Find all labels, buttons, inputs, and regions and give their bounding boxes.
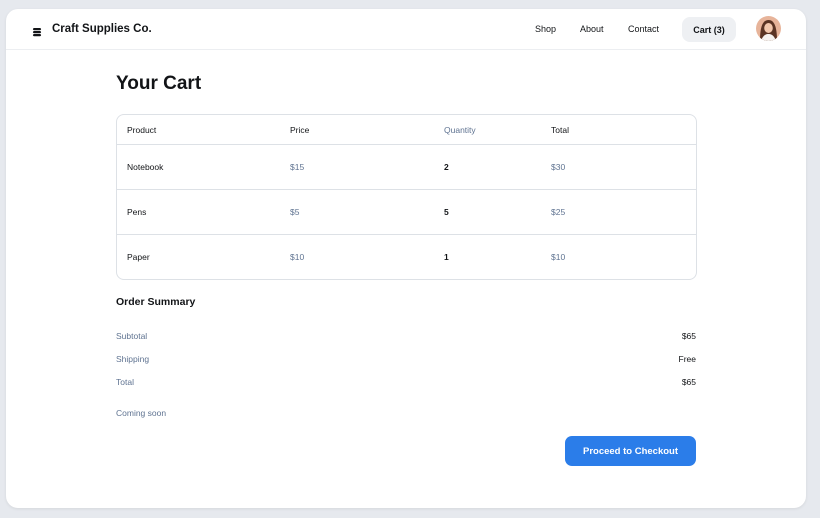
cell-total: $25 [551, 207, 566, 217]
summary-row-subtotal: Subtotal $65 [116, 331, 696, 345]
coming-soon-note: Coming soon [116, 408, 167, 418]
column-header-price: Price [290, 125, 310, 135]
cell-product: Paper [127, 252, 150, 262]
column-header-product: Product [127, 125, 157, 135]
table-row: Paper $10 1 $10 [117, 235, 696, 279]
table-header-row: Product Price Quantity Total [117, 115, 696, 145]
app-window: Craft Supplies Co. Shop About Contact Ca… [6, 9, 806, 508]
cell-total: $30 [551, 162, 566, 172]
cell-product: Pens [127, 207, 147, 217]
user-avatar-icon [756, 16, 781, 41]
cell-product: Notebook [127, 162, 164, 172]
table-row: Notebook $15 2 $30 [117, 145, 696, 190]
cart-button[interactable]: Cart (3) [682, 17, 736, 42]
summary-row-shipping: Shipping Free [116, 354, 696, 368]
column-header-quantity: Quantity [444, 125, 476, 135]
cart-table: Product Price Quantity Total Notebook $1… [116, 114, 697, 280]
cell-price: $10 [290, 252, 305, 262]
summary-row-total: Total $65 [116, 377, 696, 391]
cell-price: $15 [290, 162, 305, 172]
avatar[interactable] [756, 16, 781, 41]
brand[interactable]: Craft Supplies Co. [32, 9, 152, 49]
cell-quantity: 2 [444, 162, 449, 172]
order-summary-title: Order Summary [116, 296, 196, 308]
top-navigation-bar: Craft Supplies Co. Shop About Contact Ca… [6, 9, 806, 50]
cell-quantity: 1 [444, 252, 449, 262]
nav-link-shop[interactable]: Shop [535, 24, 556, 34]
table-row: Pens $5 5 $25 [117, 190, 696, 235]
brand-name: Craft Supplies Co. [52, 23, 152, 35]
summary-label: Subtotal [116, 331, 148, 341]
proceed-to-checkout-button[interactable]: Proceed to Checkout [565, 436, 696, 466]
cell-quantity: 5 [444, 207, 449, 217]
cell-price: $5 [290, 207, 300, 217]
summary-label: Total [116, 377, 134, 387]
nav-link-about[interactable]: About [580, 24, 604, 34]
summary-label: Shipping [116, 354, 150, 364]
column-header-total: Total [551, 125, 569, 135]
stack-icon [32, 24, 42, 37]
nav-link-contact[interactable]: Contact [628, 24, 659, 34]
summary-value: Free [678, 354, 696, 364]
page-title: Your Cart [116, 73, 202, 94]
summary-value: $65 [681, 331, 696, 341]
summary-value: $65 [681, 377, 696, 387]
cell-total: $10 [551, 252, 566, 262]
